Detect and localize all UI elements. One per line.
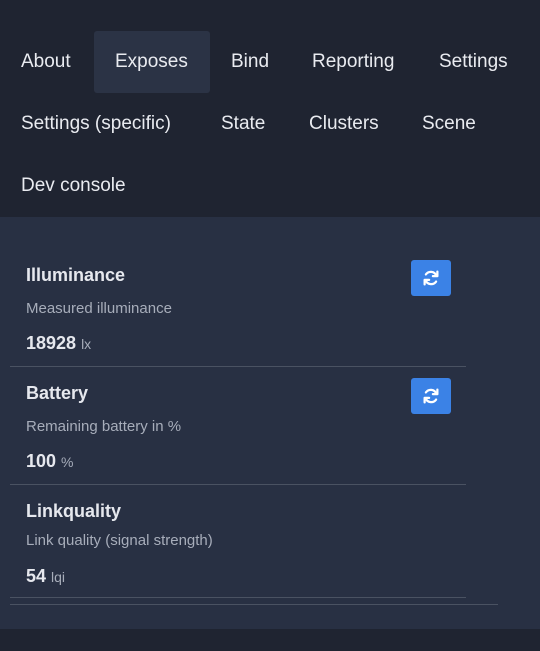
refresh-button[interactable]: [411, 378, 451, 414]
expose-row-illuminance: Illuminance Measured illuminance 18928 lx: [10, 249, 466, 367]
expose-unit: lx: [81, 336, 92, 352]
page-footer-band: [0, 629, 540, 651]
expose-value: 54 lqi: [26, 566, 65, 587]
expose-description: Remaining battery in %: [26, 418, 182, 435]
expose-value-number: 54: [26, 566, 47, 586]
tab-settings-specific[interactable]: Settings (specific): [0, 93, 192, 155]
expose-value-number: 100: [26, 451, 57, 471]
tab-settings[interactable]: Settings: [418, 31, 529, 93]
expose-name: Battery: [26, 383, 89, 403]
tab-scene[interactable]: Scene: [401, 93, 497, 155]
tab-exposes[interactable]: Exposes: [94, 31, 210, 93]
expose-value: 100%: [26, 451, 74, 472]
expose-row-battery: Battery Remaining battery in % 100%: [10, 367, 466, 485]
tab-bind[interactable]: Bind: [210, 31, 290, 93]
expose-row-linkquality: Linkquality Link quality (signal strengt…: [10, 485, 466, 598]
tab-reporting[interactable]: Reporting: [291, 31, 415, 93]
refresh-button[interactable]: [411, 260, 451, 296]
expose-name: Linkquality: [26, 501, 122, 521]
tab-state[interactable]: State: [200, 93, 286, 155]
divider: [10, 604, 498, 605]
expose-value-number: 18928: [26, 333, 77, 353]
expose-name: Illuminance: [26, 265, 126, 285]
expose-value: 18928 lx: [26, 333, 91, 354]
expose-unit: lqi: [51, 569, 66, 585]
tab-about[interactable]: About: [0, 31, 92, 93]
expose-description: Measured illuminance: [26, 300, 172, 317]
refresh-icon: [423, 270, 439, 286]
refresh-icon: [423, 388, 439, 404]
tab-dev-console[interactable]: Dev console: [0, 155, 147, 217]
tab-bar: About Exposes Bind Reporting Settings Se…: [0, 0, 540, 217]
expose-unit: %: [61, 454, 74, 470]
tab-clusters[interactable]: Clusters: [288, 93, 400, 155]
expose-description: Link quality (signal strength): [26, 532, 213, 549]
